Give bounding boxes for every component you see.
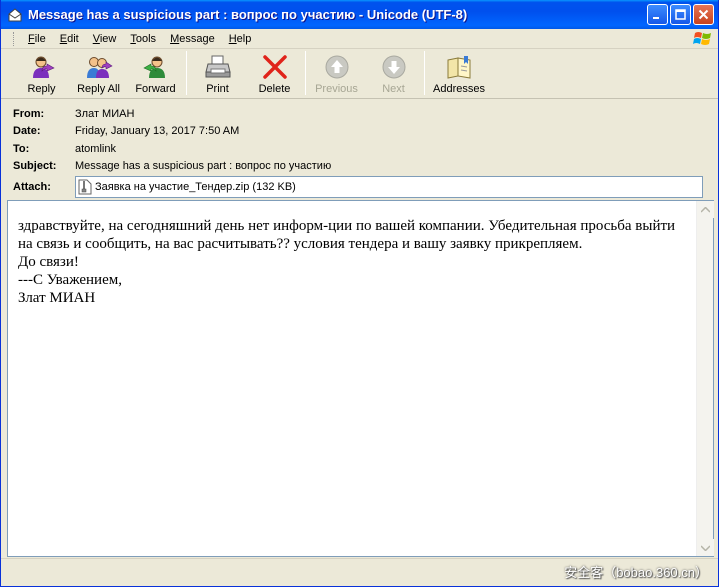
arrow-up-icon: [325, 55, 348, 79]
date-row: Date: Friday, January 13, 2017 7:50 AM: [13, 123, 704, 141]
subject-value: Message has a suspicious part : вопрос п…: [75, 160, 332, 173]
message-body-pane[interactable]: здравствуйте, на сегодняшний день нет ин…: [7, 200, 714, 557]
toolbar-separator: [424, 51, 425, 95]
addresses-label: Addresses: [433, 83, 485, 95]
reply-all-icon: [86, 57, 113, 78]
print-label: Print: [206, 83, 229, 95]
menu-tools[interactable]: Tools: [124, 31, 162, 47]
window-controls: [647, 4, 714, 25]
title-bar[interactable]: Message has a suspicious part : вопрос п…: [1, 0, 718, 29]
menu-edit[interactable]: Edit: [54, 31, 85, 47]
attachment-link[interactable]: Заявка на участие_Тендер.zip (132 KB): [95, 181, 296, 193]
delete-label: Delete: [258, 83, 291, 95]
reply-label: Reply: [27, 83, 56, 95]
menu-file[interactable]: File: [22, 31, 52, 47]
vertical-scrollbar[interactable]: [696, 201, 714, 556]
reply-all-label: Reply All: [77, 83, 120, 95]
scroll-down-button[interactable]: [697, 539, 714, 556]
forward-icon: [142, 56, 165, 78]
toolbar-separator: [305, 51, 306, 95]
next-label: Next: [382, 83, 405, 95]
date-label: Date:: [13, 125, 41, 138]
date-value: Friday, January 13, 2017 7:50 AM: [75, 125, 240, 138]
windows-logo-icon: [693, 32, 711, 45]
address-book-icon: [447, 56, 471, 79]
scroll-down-arrow-icon: [701, 544, 710, 551]
previous-label: Previous: [315, 83, 358, 95]
toolbar: Reply Reply All Forward Print Delete Pre…: [1, 49, 718, 99]
minimize-icon: [653, 17, 659, 19]
envelope-icon: [8, 7, 22, 21]
toolbar-separator: [186, 51, 187, 95]
minimize-button[interactable]: [647, 4, 668, 25]
to-label: To:: [13, 142, 30, 155]
to-value: atomlink: [75, 142, 116, 155]
menu-bar: File Edit View Tools Message Help: [1, 29, 718, 49]
forward-label: Forward: [135, 83, 176, 95]
reply-icon: [32, 56, 55, 78]
maximize-button[interactable]: [670, 4, 691, 25]
attach-row: Attach: Заявка на участие_Тендер.zip (13…: [13, 175, 704, 199]
from-row: From: Злат МИАН: [13, 105, 704, 123]
status-bar: 安全客（bobao.360.cn）: [1, 558, 718, 586]
scroll-up-button[interactable]: [697, 201, 714, 218]
from-label: From:: [13, 107, 45, 120]
maximize-icon: [675, 9, 686, 20]
subject-label: Subject:: [13, 160, 57, 173]
forward-button[interactable]: Forward: [127, 51, 184, 97]
reply-button[interactable]: Reply: [13, 51, 70, 97]
menu-view[interactable]: View: [87, 31, 123, 47]
zip-file-icon: [78, 179, 92, 195]
to-row: To: atomlink: [13, 140, 704, 158]
message-body-text: здравствуйте, на сегодняшний день нет ин…: [18, 218, 676, 306]
window-title: Message has a suspicious part : вопрос п…: [28, 7, 468, 22]
reply-all-button[interactable]: Reply All: [70, 51, 127, 97]
menu-message[interactable]: Message: [164, 31, 221, 47]
delete-x-icon: [262, 55, 287, 79]
next-button[interactable]: Next: [365, 51, 422, 97]
print-button[interactable]: Print: [189, 51, 246, 97]
subject-row: Subject: Message has a suspicious part :…: [13, 158, 704, 176]
attachment-field: Заявка на участие_Тендер.zip (132 KB): [75, 176, 703, 198]
from-value: Злат МИАН: [75, 107, 135, 120]
printer-icon: [204, 55, 231, 78]
menu-grip: [13, 31, 16, 46]
previous-button[interactable]: Previous: [308, 51, 365, 97]
addresses-button[interactable]: Addresses: [427, 51, 491, 97]
watermark-text: 安全客（bobao.360.cn）: [564, 565, 708, 580]
outlook-express-message-window: Message has a suspicious part : вопрос п…: [0, 0, 719, 587]
close-icon: [698, 9, 709, 20]
scroll-up-arrow-icon: [701, 206, 710, 213]
menu-help[interactable]: Help: [223, 31, 258, 47]
delete-button[interactable]: Delete: [246, 51, 303, 97]
attach-label: Attach:: [13, 181, 51, 193]
arrow-down-icon: [382, 55, 405, 79]
close-button[interactable]: [693, 4, 714, 25]
